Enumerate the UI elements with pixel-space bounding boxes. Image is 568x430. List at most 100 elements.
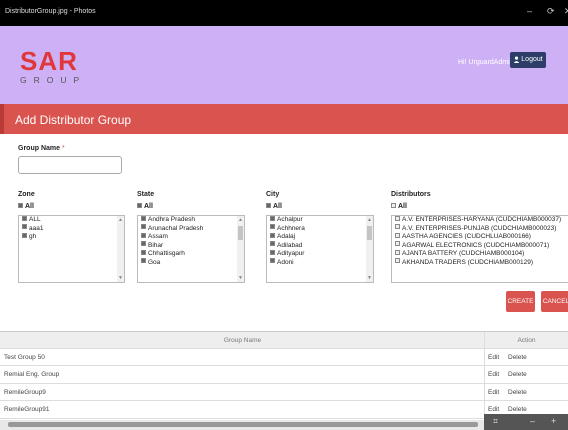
list-item[interactable]: aaa1 xyxy=(19,224,124,234)
checkbox-icon[interactable] xyxy=(395,216,400,221)
page-title-bar: Add Distributor Group xyxy=(0,104,568,134)
logout-button[interactable]: Logout xyxy=(510,52,546,68)
list-item[interactable]: Adilabad xyxy=(267,241,373,251)
zone-all-checkbox[interactable]: All xyxy=(18,202,34,210)
list-item[interactable]: Chhattisgarh xyxy=(138,249,244,259)
window-title: DistributorGroup.jpg - Photos xyxy=(5,8,96,15)
checkbox-icon[interactable] xyxy=(22,232,27,238)
state-listbox[interactable]: Andhra Pradesh Arunachal Pradesh Assam Biha… xyxy=(137,215,245,283)
checkbox-icon[interactable] xyxy=(270,232,275,238)
list-item[interactable]: Assam xyxy=(138,232,244,242)
page-title: Add Distributor Group xyxy=(15,113,132,127)
list-item[interactable]: AJANTA BATTERY (CUDCHIAMB000104) xyxy=(392,249,568,259)
checkbox-icon[interactable] xyxy=(141,232,146,238)
list-item[interactable]: A.V. ENTERPRISES-HARYANA (CUDCHIAMB00003… xyxy=(392,216,568,225)
list-item-label: Bihar xyxy=(148,241,164,249)
checkbox-icon[interactable] xyxy=(395,224,400,230)
delete-link[interactable]: Delete xyxy=(508,371,527,378)
distributors-all-checkbox[interactable]: All xyxy=(391,202,407,210)
state-all-checkbox[interactable]: All xyxy=(137,202,153,210)
delete-link[interactable]: Delete xyxy=(508,354,527,361)
scroll-thumb[interactable] xyxy=(8,422,478,427)
zone-listbox[interactable]: ALL aaa1 gh ▲ ▼ xyxy=(18,215,125,283)
checkbox-icon[interactable] xyxy=(141,249,146,255)
minimize-icon[interactable]: – xyxy=(527,6,532,16)
table-row: Test Group 50 Edit Delete xyxy=(0,348,568,366)
checkbox-icon[interactable] xyxy=(141,224,146,230)
list-item[interactable]: Goa xyxy=(138,258,244,268)
restore-icon[interactable]: ⟳ xyxy=(547,6,555,17)
city-all-checkbox[interactable]: All xyxy=(266,202,282,210)
checkbox-icon[interactable] xyxy=(141,258,146,264)
list-item[interactable]: AKHANDA TRADERS (CUDCHIAMB000129) xyxy=(392,258,568,268)
edit-link[interactable]: Edit xyxy=(488,354,499,361)
scroll-thumb[interactable] xyxy=(367,226,372,240)
checkbox-icon[interactable] xyxy=(266,202,271,208)
list-item-label: Andhra Pradesh xyxy=(148,216,195,223)
checkbox-icon[interactable] xyxy=(141,241,146,247)
list-item[interactable]: Bihar xyxy=(138,241,244,251)
scroll-down-icon[interactable]: ▼ xyxy=(238,275,243,281)
distributors-listbox[interactable]: A.V. ENTERPRISES-HARYANA (CUDCHIAMB00003… xyxy=(391,215,568,283)
list-item[interactable]: Adalaj xyxy=(267,232,373,242)
column-divider xyxy=(484,366,485,383)
scrollbar[interactable]: ▲ ▼ xyxy=(366,216,373,282)
scroll-down-icon[interactable]: ▼ xyxy=(367,275,372,281)
checkbox-icon[interactable] xyxy=(395,258,400,264)
list-item-label: aaa1 xyxy=(29,224,44,232)
fit-icon[interactable]: ⌗ xyxy=(493,416,498,427)
list-item[interactable]: Adoni xyxy=(267,258,373,268)
list-item[interactable]: Adityapur xyxy=(267,249,373,259)
list-item-label: Arunachal Pradesh xyxy=(148,224,204,232)
checkbox-icon[interactable] xyxy=(270,241,275,247)
list-item[interactable]: AASTHA AGENCIES (CUDCHLUAB000166) xyxy=(392,232,568,242)
create-button[interactable]: CREATE xyxy=(506,291,535,312)
scroll-up-icon[interactable]: ▲ xyxy=(118,217,123,223)
delete-link[interactable]: Delete xyxy=(508,389,527,396)
scroll-thumb[interactable] xyxy=(238,226,243,240)
list-item[interactable]: Achalpur xyxy=(267,216,373,225)
checkbox-icon[interactable] xyxy=(137,202,142,208)
edit-link[interactable]: Edit xyxy=(488,406,499,413)
list-item-label: AGARWAL ELECTRONICS (CUDCHIAMB000071) xyxy=(402,241,550,249)
list-item[interactable]: Achhnera xyxy=(267,224,373,234)
checkbox-icon[interactable] xyxy=(22,216,27,221)
cancel-button[interactable]: CANCEL xyxy=(541,291,568,312)
checkbox-icon[interactable] xyxy=(395,232,400,238)
list-item-label: Adityapur xyxy=(277,250,305,257)
list-item[interactable]: gh xyxy=(19,232,124,242)
distributors-label: Distributors xyxy=(391,191,431,198)
list-item[interactable]: Arunachal Pradesh xyxy=(138,224,244,234)
scroll-down-icon[interactable]: ▼ xyxy=(118,275,123,281)
delete-link[interactable]: Delete xyxy=(508,406,527,413)
zoom-out-icon[interactable]: – xyxy=(530,416,535,426)
list-item[interactable]: Andhra Pradesh xyxy=(138,216,244,225)
checkbox-icon[interactable] xyxy=(141,216,146,221)
checkbox-icon[interactable] xyxy=(270,216,275,221)
zone-label: Zone xyxy=(18,191,35,198)
horizontal-scrollbar[interactable] xyxy=(0,420,568,430)
title-bar-notch xyxy=(0,104,4,134)
zoom-in-icon[interactable]: + xyxy=(551,416,556,426)
scrollbar[interactable]: ▲ ▼ xyxy=(117,216,124,282)
checkbox-icon[interactable] xyxy=(270,224,275,230)
edit-link[interactable]: Edit xyxy=(488,371,499,378)
checkbox-icon[interactable] xyxy=(270,249,275,255)
checkbox-icon[interactable] xyxy=(391,202,396,208)
close-icon[interactable]: ✕ xyxy=(564,6,568,17)
checkbox-icon[interactable] xyxy=(395,241,400,247)
list-item[interactable]: A.V. ENTERPRISES-PUNJAB (CUDCHIAMB000023… xyxy=(392,224,568,234)
checkbox-icon[interactable] xyxy=(18,202,23,208)
checkbox-icon[interactable] xyxy=(22,224,27,230)
checkbox-icon[interactable] xyxy=(270,258,275,264)
scroll-up-icon[interactable]: ▲ xyxy=(238,217,243,223)
list-item[interactable]: AGARWAL ELECTRONICS (CUDCHIAMB000071) xyxy=(392,241,568,251)
checkbox-icon[interactable] xyxy=(395,249,400,255)
logout-label: Logout xyxy=(521,56,543,63)
edit-link[interactable]: Edit xyxy=(488,389,499,396)
scrollbar[interactable]: ▲ ▼ xyxy=(237,216,244,282)
list-item[interactable]: ALL xyxy=(19,216,124,225)
city-listbox[interactable]: Achalpur Achhnera Adalaj Adilabad Adityapur A… xyxy=(266,215,374,283)
group-name-input[interactable] xyxy=(18,156,122,174)
scroll-up-icon[interactable]: ▲ xyxy=(367,217,372,223)
